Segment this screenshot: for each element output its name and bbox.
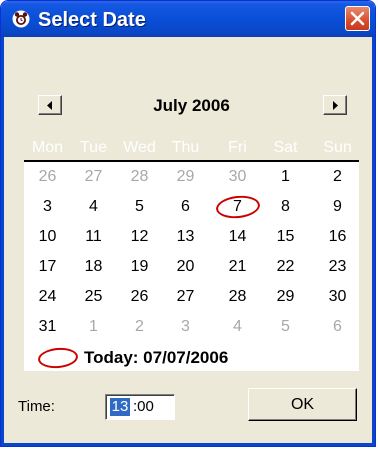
- day-cell[interactable]: 6: [162, 195, 209, 219]
- day-cell[interactable]: 15: [262, 225, 309, 249]
- today-highlight: [214, 193, 262, 221]
- day-cell[interactable]: 8: [262, 195, 309, 219]
- alarm-clock-icon: [12, 10, 30, 28]
- day-cell[interactable]: 21: [214, 255, 261, 279]
- day-cell[interactable]: 6: [314, 315, 361, 339]
- time-input[interactable]: 13 :00: [105, 394, 175, 420]
- day-cell[interactable]: 17: [24, 255, 71, 279]
- day-cell[interactable]: 23: [314, 255, 361, 279]
- today-link[interactable]: Today: 07/07/2006: [24, 345, 359, 371]
- weekday-sat: Sat: [273, 139, 298, 156]
- day-cell[interactable]: 1: [262, 165, 309, 189]
- next-month-button[interactable]: [323, 95, 347, 115]
- window-title: Select Date: [38, 9, 146, 31]
- day-cell[interactable]: 25: [70, 285, 117, 309]
- weekday-wed: Wed: [123, 139, 156, 156]
- day-cell[interactable]: 5: [262, 315, 309, 339]
- day-cell[interactable]: 5: [116, 195, 163, 219]
- day-cell[interactable]: 24: [24, 285, 71, 309]
- right-arrow-icon: [333, 101, 338, 110]
- title-bar[interactable]: Select Date: [1, 1, 375, 37]
- day-cell[interactable]: 3: [24, 195, 71, 219]
- day-cell[interactable]: 19: [116, 255, 163, 279]
- day-cell[interactable]: 22: [262, 255, 309, 279]
- day-cell[interactable]: 27: [162, 285, 209, 309]
- weekday-tue: Tue: [80, 139, 107, 156]
- day-cell[interactable]: 16: [314, 225, 361, 249]
- today-label: Today: 07/07/2006: [84, 348, 229, 367]
- day-cell[interactable]: 13: [162, 225, 209, 249]
- day-cell[interactable]: 2: [116, 315, 163, 339]
- day-cell[interactable]: 29: [162, 165, 209, 189]
- weekday-header: Mon Tue Wed Thu Fri Sat Sun: [24, 136, 359, 162]
- weekday-fri: Fri: [228, 139, 247, 156]
- day-cell[interactable]: 9: [314, 195, 361, 219]
- today-circle-icon: [37, 346, 79, 370]
- day-cell[interactable]: 11: [70, 225, 117, 249]
- day-cell[interactable]: 20: [162, 255, 209, 279]
- today-highlight-icon: [214, 193, 262, 221]
- month-header: July 2006: [24, 81, 359, 136]
- day-cell[interactable]: 14: [214, 225, 261, 249]
- weekday-thu: Thu: [171, 139, 200, 156]
- day-cell[interactable]: 28: [214, 285, 261, 309]
- window-border-left: [1, 37, 4, 446]
- day-cell[interactable]: 30: [314, 285, 361, 309]
- hour-field[interactable]: 13: [110, 398, 130, 416]
- day-cell[interactable]: 27: [70, 165, 117, 189]
- weekday-sun: Sun: [323, 139, 352, 156]
- day-cell[interactable]: 4: [70, 195, 117, 219]
- window-border-right: [372, 37, 375, 446]
- day-cell[interactable]: 4: [214, 315, 261, 339]
- day-cell[interactable]: 26: [24, 165, 71, 189]
- close-icon: [350, 11, 365, 26]
- select-date-dialog: Select Date July 2006 Mon Tue Wed Thu Fr…: [0, 0, 376, 447]
- window-border-bottom: [1, 443, 375, 446]
- close-button[interactable]: [345, 6, 370, 31]
- time-label: Time:: [18, 398, 55, 415]
- minute-field[interactable]: :00: [133, 398, 154, 416]
- calendar: July 2006 Mon Tue Wed Thu Fri Sat Sun 26…: [24, 81, 359, 371]
- day-cell[interactable]: 26: [116, 285, 163, 309]
- day-cell[interactable]: 30: [214, 165, 261, 189]
- weekday-mon: Mon: [31, 139, 64, 156]
- month-label: July 2006: [153, 96, 230, 115]
- day-cell[interactable]: 1: [70, 315, 117, 339]
- ok-button[interactable]: OK: [248, 388, 357, 421]
- day-cell[interactable]: 29: [262, 285, 309, 309]
- day-cell[interactable]: 3: [162, 315, 209, 339]
- day-cell[interactable]: 2: [314, 165, 361, 189]
- day-cell[interactable]: 18: [70, 255, 117, 279]
- day-cell[interactable]: 28: [116, 165, 163, 189]
- day-cell[interactable]: 10: [24, 225, 71, 249]
- day-cell[interactable]: 31: [24, 315, 71, 339]
- day-cell[interactable]: 12: [116, 225, 163, 249]
